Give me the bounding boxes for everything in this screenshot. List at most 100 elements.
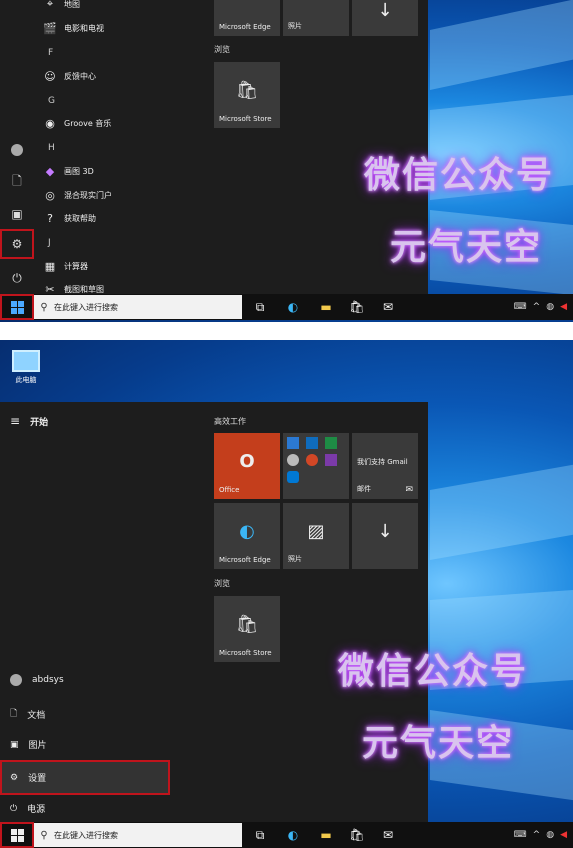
start-button[interactable]	[0, 294, 34, 320]
system-tray: ⌨ ^ ◍ ◀	[514, 822, 567, 848]
taskbar: ⚲ 在此键入进行搜索 ⧉ ◐ ▬ 🛍 ✉ ⌨ ^ ◍ ◀	[0, 822, 573, 848]
chevron-up-icon[interactable]: ^	[533, 302, 541, 312]
download-arrow-icon: ↓	[377, 521, 393, 542]
power-icon[interactable]: ⏻	[0, 262, 34, 294]
app-item-calculator[interactable]: ▦ 计算器	[42, 258, 88, 274]
tile-office[interactable]: O Office	[214, 433, 280, 499]
power-icon: ⏻	[10, 803, 18, 814]
paint3d-icon: ◆	[45, 164, 55, 178]
letter-header-h[interactable]: H	[48, 143, 55, 153]
group-label-productivity: 高效工作	[214, 417, 246, 426]
separator	[0, 322, 573, 340]
office-logo-icon: O	[239, 451, 255, 472]
volume-icon[interactable]: ◀	[560, 830, 567, 840]
file-explorer-icon[interactable]: ▬	[318, 299, 334, 315]
tile-mail[interactable]: 我们支持 Gmail 邮件 ✉	[352, 433, 418, 499]
menu-documents[interactable]: 🗋 文档	[10, 706, 45, 722]
tile-store[interactable]: 🛍 Microsoft Store	[214, 596, 280, 662]
tile-office-apps-folder[interactable]	[283, 433, 349, 499]
computer-icon	[12, 350, 40, 372]
calculator-icon: ▦	[44, 259, 56, 273]
store-bag-icon: 🛍	[235, 614, 259, 635]
tile-photos[interactable]: 照片	[283, 0, 349, 36]
menu-user[interactable]: abdsys	[10, 674, 64, 686]
volume-icon[interactable]: ◀	[560, 302, 567, 312]
menu-pictures[interactable]: ▣ 图片	[10, 738, 47, 752]
taskbar-search-box[interactable]: ⚲ 在此键入进行搜索	[34, 295, 242, 319]
groove-icon: ◉	[45, 116, 55, 130]
group-label-browse: 浏览	[214, 579, 230, 588]
search-icon: ⚲	[40, 829, 48, 841]
tile-downloads[interactable]: ↓	[352, 0, 418, 36]
app-item-paint3d[interactable]: ◆ 画图 3D	[42, 163, 94, 179]
edge-icon[interactable]: ◐	[285, 827, 301, 843]
menu-settings[interactable]: ⚙ 设置	[0, 760, 170, 795]
task-view-icon[interactable]: ⧉	[252, 827, 268, 843]
top-screenshot: 🗋 ▣ ⚙ ⏻ ⌖ 地图 🎬 电影和电视 F ☺ 反馈中心 G ◉ Groove 音乐 …	[0, 0, 573, 322]
keyboard-icon[interactable]: ⌨	[514, 302, 527, 312]
watermark-line1: 微信公众号	[338, 651, 529, 692]
film-icon: 🎬	[43, 21, 57, 35]
letter-header-g[interactable]: G	[48, 96, 55, 106]
app-item-mixed-reality[interactable]: ◎ 混合现实门户	[42, 187, 112, 203]
desktop-icon-this-pc[interactable]: 此电脑	[8, 350, 44, 385]
mail-icon[interactable]: ✉	[380, 827, 396, 843]
store-bag-icon: 🛍	[235, 80, 259, 101]
network-icon[interactable]: ◍	[546, 830, 554, 840]
start-left-strip: 🗋 ▣ ⚙ ⏻	[0, 0, 36, 296]
edge-icon[interactable]: ◐	[285, 299, 301, 315]
file-explorer-icon[interactable]: ▬	[318, 827, 334, 843]
network-icon[interactable]: ◍	[546, 302, 554, 312]
search-icon: ⚲	[40, 301, 48, 313]
chevron-up-icon[interactable]: ^	[533, 830, 541, 840]
edge-icon: ◐	[239, 521, 255, 542]
pictures-icon: ▣	[10, 739, 19, 750]
group-label-browse: 浏览	[214, 45, 230, 54]
tile-edge[interactable]: ◐ Microsoft Edge	[214, 503, 280, 569]
user-avatar-icon[interactable]	[0, 134, 34, 166]
tile-downloads[interactable]: ↓	[352, 503, 418, 569]
start-header[interactable]: ≡ 开始	[10, 414, 48, 428]
taskbar-search-box[interactable]: ⚲ 在此键入进行搜索	[34, 823, 242, 847]
taskbar: ⚲ 在此键入进行搜索 ⧉ ◐ ▬ 🛍 ✉ ⌨ ^ ◍ ◀	[0, 294, 573, 320]
app-list: ⌖ 地图 🎬 电影和电视 F ☺ 反馈中心 G ◉ Groove 音乐 H ◆ 画图 3D…	[36, 0, 206, 296]
feedback-icon: ☺	[44, 69, 56, 83]
mail-icon: ✉	[405, 485, 413, 495]
tile-edge[interactable]: Microsoft Edge	[214, 0, 280, 36]
letter-header-j[interactable]: J	[48, 238, 51, 248]
document-icon: 🗋	[10, 709, 18, 719]
menu-power[interactable]: ⏻ 电源	[10, 802, 45, 816]
settings-gear-icon[interactable]: ⚙	[0, 229, 34, 259]
store-icon[interactable]: 🛍	[349, 827, 365, 843]
help-icon: ?	[47, 211, 53, 225]
watermark-line2: 元气天空	[362, 723, 515, 764]
letter-header-f[interactable]: F	[48, 48, 53, 58]
keyboard-icon[interactable]: ⌨	[514, 830, 527, 840]
bottom-screenshot: 此电脑 ≡ 开始 abdsys 🗋 文档 ▣ 图片 ⚙ 设置 ⏻ 电源 高效工作…	[0, 340, 573, 848]
photo-icon: ▨	[307, 521, 325, 542]
start-button[interactable]	[0, 822, 34, 848]
app-item-feedback[interactable]: ☺ 反馈中心	[42, 68, 96, 84]
document-icon[interactable]: 🗋	[0, 166, 34, 198]
user-avatar-icon	[10, 674, 22, 686]
mail-icon[interactable]: ✉	[380, 299, 396, 315]
map-pin-icon: ⌖	[46, 0, 54, 10]
pictures-icon[interactable]: ▣	[0, 198, 34, 230]
task-view-icon[interactable]: ⧉	[252, 299, 268, 315]
watermark-line1: 微信公众号	[364, 155, 555, 196]
tile-store[interactable]: 🛍 Microsoft Store	[214, 62, 280, 128]
app-item-movies[interactable]: 🎬 电影和电视	[42, 20, 104, 36]
watermark-line2: 元气天空	[390, 227, 543, 268]
download-arrow-icon: ↓	[377, 0, 393, 21]
office-apps-grid-icon	[287, 437, 339, 483]
app-item-get-help[interactable]: ? 获取帮助	[42, 210, 96, 226]
windows-logo-icon	[10, 828, 24, 842]
start-menu-left: ≡ 开始 abdsys 🗋 文档 ▣ 图片 ⚙ 设置 ⏻ 电源	[0, 402, 170, 822]
app-item-groove[interactable]: ◉ Groove 音乐	[42, 115, 111, 131]
settings-gear-icon: ⚙	[10, 772, 19, 783]
store-icon[interactable]: 🛍	[349, 299, 365, 315]
tile-photos[interactable]: ▨ 照片	[283, 503, 349, 569]
app-item-maps[interactable]: ⌖ 地图	[42, 0, 80, 12]
system-tray: ⌨ ^ ◍ ◀	[514, 294, 567, 320]
hamburger-menu-icon: ≡	[10, 414, 21, 428]
